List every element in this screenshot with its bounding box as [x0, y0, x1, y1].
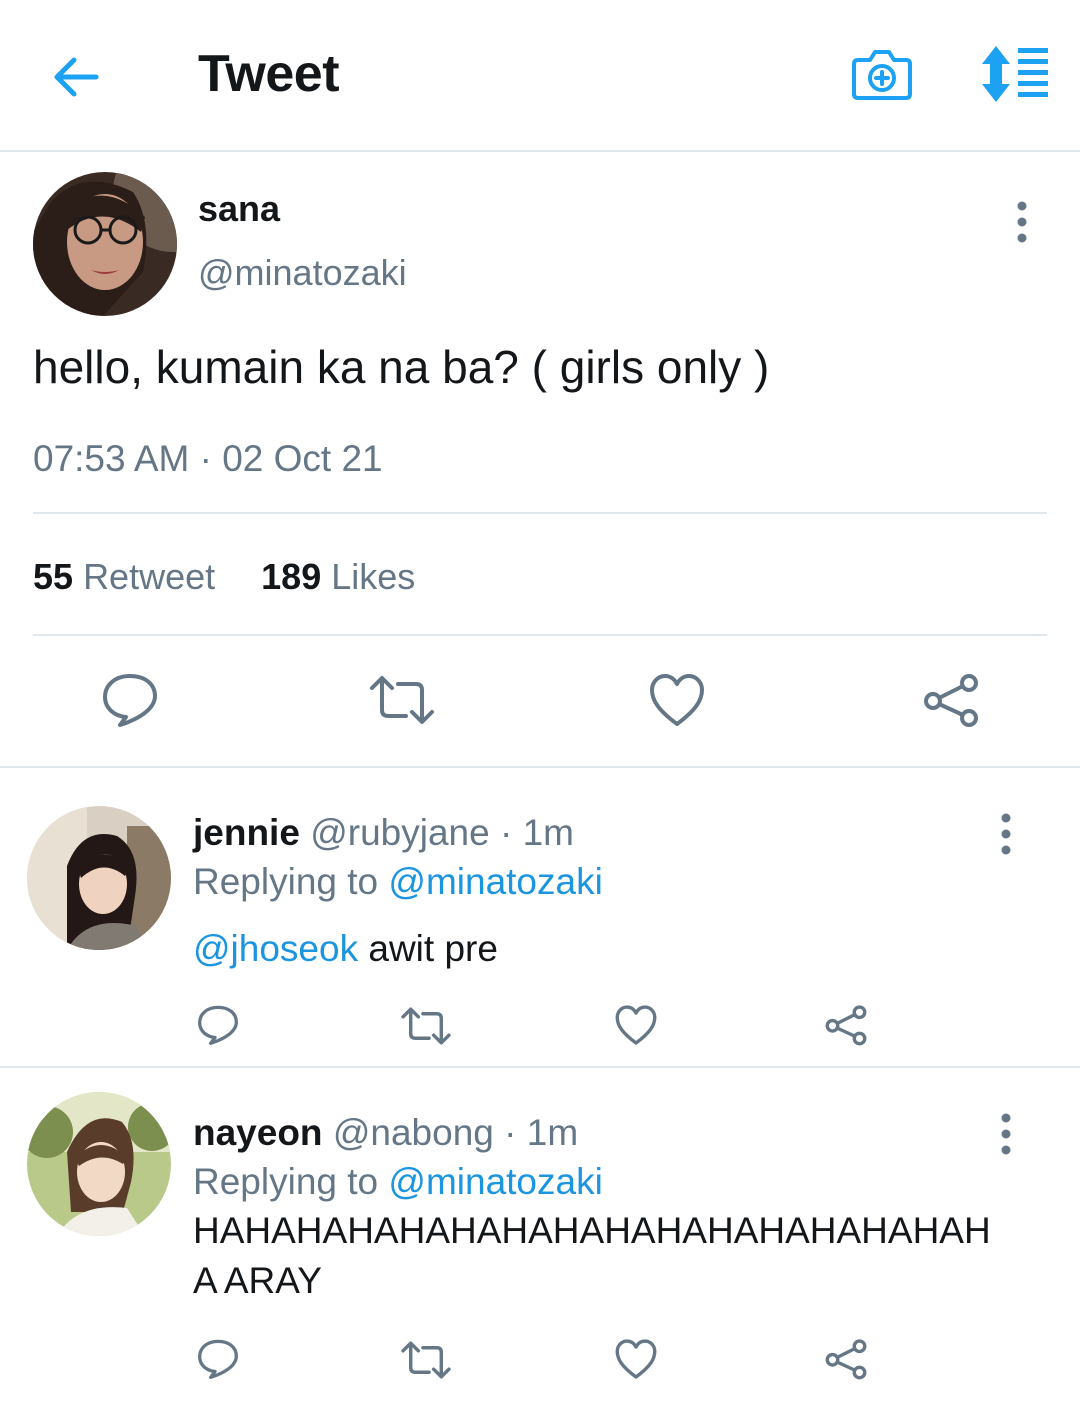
page-title: Tweet: [198, 45, 340, 103]
share-icon: [825, 1005, 867, 1046]
heart-icon: [615, 1339, 657, 1379]
camera-plus-icon: [852, 50, 912, 100]
tweet-text: hello, kumain ka na ba? ( girls only ): [33, 341, 770, 393]
retweet-icon: [370, 676, 434, 724]
replying-to-link[interactable]: @minatozaki: [388, 861, 602, 902]
reply-author-handle[interactable]: @rubyjane: [310, 812, 490, 853]
mention-link[interactable]: @jhoseok: [193, 928, 358, 969]
more-options-button[interactable]: [994, 812, 1018, 856]
reply-author-handle[interactable]: @nabong: [333, 1112, 494, 1153]
arrow-left-icon: [54, 57, 99, 97]
reply-button[interactable]: [100, 672, 160, 728]
divider: [33, 512, 1047, 514]
more-options-button[interactable]: [994, 1112, 1018, 1156]
retweet-count[interactable]: 55: [33, 556, 73, 597]
reply-button[interactable]: [196, 1004, 240, 1046]
reply-time: · 1m: [499, 812, 574, 853]
reply-text: HAHAHAHAHAHAHAHAHAHAHAHAHAHAHAHA ARAY: [193, 1210, 991, 1301]
share-button[interactable]: [922, 672, 980, 728]
share-icon: [825, 1339, 867, 1380]
avatar[interactable]: [27, 806, 171, 950]
likes-count[interactable]: 189: [261, 556, 321, 597]
more-vertical-icon: [1001, 813, 1011, 855]
reply-body: awit pre: [358, 928, 498, 969]
avatar[interactable]: [27, 1092, 171, 1236]
share-icon: [924, 674, 978, 727]
divider: [33, 634, 1047, 636]
comment-icon: [198, 1339, 238, 1379]
comment-icon: [103, 674, 157, 727]
retweet-button[interactable]: [368, 674, 436, 726]
like-button[interactable]: [614, 1004, 658, 1046]
likes-label[interactable]: Likes: [331, 556, 415, 597]
more-options-button[interactable]: [1010, 200, 1034, 244]
retweet-button[interactable]: [400, 1006, 452, 1046]
more-vertical-icon: [1017, 201, 1027, 243]
reply-tweet[interactable]: jennie @rubyjane · 1m Replying to @minat…: [0, 770, 1080, 1068]
main-tweet: sana @minatozaki hello, kumain ka na ba?…: [0, 152, 1080, 768]
reply-time: · 1m: [504, 1112, 579, 1153]
replying-to: Replying to @minatozaki: [193, 861, 603, 903]
author-handle[interactable]: @minatozaki: [198, 252, 407, 294]
comment-icon: [198, 1005, 238, 1045]
like-button[interactable]: [614, 1338, 658, 1380]
retweet-icon: [401, 1007, 451, 1045]
reply-author-name[interactable]: nayeon: [193, 1112, 323, 1153]
tweet-stats: 55 Retweet 189 Likes: [33, 556, 415, 598]
reply-author-name[interactable]: jennie: [193, 812, 300, 853]
camera-button[interactable]: [850, 42, 914, 106]
replying-to-link[interactable]: @minatozaki: [388, 1161, 602, 1202]
share-button[interactable]: [824, 1004, 868, 1046]
like-button[interactable]: [648, 672, 706, 728]
reply-header: jennie @rubyjane · 1m: [193, 812, 574, 854]
tweet-timestamp: 07:53 AM · 02 Oct 21: [33, 438, 383, 479]
retweet-icon: [401, 1341, 451, 1379]
replying-to: Replying to @minatozaki: [193, 1161, 603, 1203]
back-button[interactable]: [48, 48, 106, 106]
reply-text: @jhoseok awit pre: [193, 924, 498, 974]
author-name[interactable]: sana: [198, 188, 280, 230]
reply-button[interactable]: [196, 1338, 240, 1380]
share-button[interactable]: [824, 1338, 868, 1380]
replying-to-label: Replying to: [193, 861, 379, 902]
replying-to-label: Replying to: [193, 1161, 379, 1202]
sort-button[interactable]: [976, 44, 1050, 104]
retweet-button[interactable]: [400, 1340, 452, 1380]
retweet-label[interactable]: Retweet: [83, 556, 215, 597]
reply-tweet[interactable]: nayeon @nabong · 1m Replying to @minatoz…: [0, 1070, 1080, 1401]
reply-header: nayeon @nabong · 1m: [193, 1112, 578, 1154]
sort-list-icon: [982, 46, 1048, 102]
more-vertical-icon: [1001, 1113, 1011, 1155]
heart-icon: [615, 1005, 657, 1045]
heart-icon: [650, 674, 704, 726]
avatar[interactable]: [33, 172, 177, 316]
top-app-bar: Tweet: [0, 0, 1080, 152]
